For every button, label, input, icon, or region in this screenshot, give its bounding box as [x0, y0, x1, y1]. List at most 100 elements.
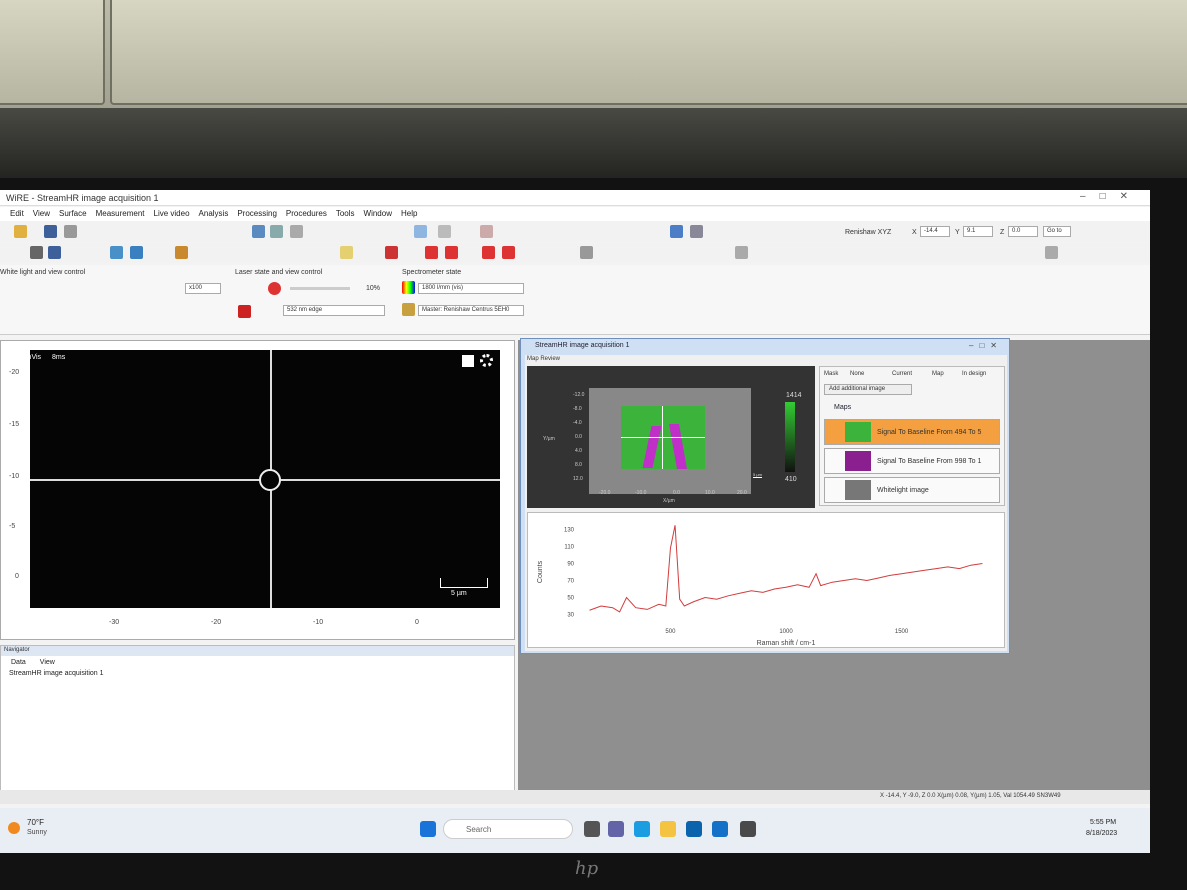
grating-select[interactable]: 1800 l/mm (vis) [418, 283, 524, 294]
laser-alt-icon[interactable] [690, 225, 703, 238]
teams-icon[interactable] [608, 821, 624, 837]
map-ylabel: Y/µm [543, 436, 555, 442]
wire-app-icon[interactable] [740, 821, 756, 837]
scale-bar-label: 5 µm [451, 590, 467, 597]
window-controls[interactable]: –□✕ [1080, 191, 1142, 202]
screen: WiRE - StreamHR image acquisition 1 –□✕ … [0, 190, 1150, 853]
focus-icon[interactable] [340, 246, 353, 259]
report-icon[interactable] [480, 225, 493, 238]
monitor-brand: hp [575, 858, 599, 879]
laser-title: Laser state and view control [235, 269, 323, 276]
laser-shutter-icon[interactable] [268, 282, 281, 295]
mask-none[interactable]: None [850, 371, 864, 377]
zoom-icon[interactable] [462, 355, 474, 367]
navigator-item[interactable]: StreamHR image acquisition 1 [1, 669, 514, 678]
tab-view[interactable]: View [40, 659, 55, 666]
laser-power-slider[interactable] [290, 287, 350, 290]
video-xtick: -20 [211, 619, 222, 626]
add-image-button[interactable]: Add additional image [824, 384, 912, 395]
download-icon[interactable] [175, 246, 188, 259]
bowtie-icon [238, 305, 251, 318]
map-item-selected[interactable]: Signal To Baseline From 494 To 5 [824, 419, 1000, 445]
globe-icon[interactable] [252, 225, 265, 238]
map-review-label: Map Review [527, 356, 561, 362]
map-xtick: -10.0 [635, 490, 647, 496]
map-ytick: -4.0 [573, 420, 582, 426]
map-item-label: Whitelight image [877, 486, 929, 494]
map-image-panel[interactable]: 1414 410 -12.0 -8.0 -4.0 0.0 4.0 8.0 12.… [527, 366, 815, 508]
spectrometer-icon [402, 303, 415, 316]
menu-processing[interactable]: Processing [237, 209, 277, 219]
menu-edit[interactable]: Edit [10, 209, 24, 219]
menu-view[interactable]: View [33, 209, 50, 219]
x-field[interactable]: -14.4 [920, 226, 950, 237]
export-icon[interactable] [1045, 246, 1058, 259]
mask-current[interactable]: Current [892, 371, 912, 377]
open-folder-icon[interactable] [14, 225, 27, 238]
live-video-view[interactable]: inVis 8ms 5 µm [26, 350, 500, 608]
menu-procedures[interactable]: Procedures [286, 209, 327, 219]
laser-icon[interactable] [670, 225, 683, 238]
menu-live-video[interactable]: Live video [154, 209, 190, 219]
save-all-icon[interactable] [48, 246, 61, 259]
pin-icon[interactable] [30, 246, 43, 259]
start-icon[interactable] [420, 821, 436, 837]
stage-icon[interactable] [438, 225, 451, 238]
weather-sun-icon[interactable] [8, 822, 20, 834]
menu-surface[interactable]: Surface [59, 209, 87, 219]
mail-icon[interactable] [712, 821, 728, 837]
arrow-left-right-icon[interactable] [385, 246, 398, 259]
map-item[interactable]: Whitelight image [824, 477, 1000, 503]
edge-icon[interactable] [634, 821, 650, 837]
tab-data[interactable]: Data [11, 659, 26, 666]
map-window-controls[interactable]: –□✕ [969, 341, 1003, 350]
spectrum-xtick: 1000 [779, 629, 793, 635]
y-field[interactable]: 9.1 [963, 226, 993, 237]
mask-map[interactable]: Map [932, 371, 944, 377]
goto-button[interactable]: Go to [1043, 226, 1071, 237]
map-scale-bar: 5 µm [753, 472, 762, 478]
crosshair-circle[interactable] [259, 469, 281, 491]
arrow-down-icon[interactable] [502, 246, 515, 259]
laser-power: 10% [366, 285, 381, 292]
chart-icon[interactable] [735, 246, 748, 259]
microscope-icon[interactable] [414, 225, 427, 238]
objective-select[interactable]: x100 [185, 283, 221, 294]
map-item[interactable]: Signal To Baseline From 998 To 1 [824, 448, 1000, 474]
map-ytick: 4.0 [575, 448, 582, 454]
settings-gear-icon[interactable] [480, 354, 493, 367]
menu-help[interactable]: Help [401, 209, 417, 219]
file-explorer-icon[interactable] [660, 821, 676, 837]
tool-icon[interactable] [270, 225, 283, 238]
move-icon[interactable] [425, 246, 438, 259]
spectrum-ytick: 90 [567, 562, 574, 568]
spectrum-icon [402, 281, 415, 294]
globe-view-icon[interactable] [130, 246, 143, 259]
save-icon[interactable] [44, 225, 57, 238]
z-field[interactable]: 0.0 [1008, 226, 1038, 237]
image-icon[interactable] [290, 225, 303, 238]
task-view-icon[interactable] [584, 821, 600, 837]
taskbar-search[interactable]: Search [443, 819, 573, 839]
laser-select[interactable]: 532 nm edge [283, 305, 385, 316]
spectrum-line [589, 525, 983, 613]
menu-analysis[interactable]: Analysis [199, 209, 229, 219]
spectrum-ytick: 50 [567, 596, 574, 602]
store-icon[interactable] [686, 821, 702, 837]
map-ytick: -12.0 [573, 392, 585, 398]
menu-measurement[interactable]: Measurement [96, 209, 145, 219]
master-select[interactable]: Master: Renishaw Centrus 5EH0 [418, 305, 524, 316]
arrow-up-icon[interactable] [445, 246, 458, 259]
navigator-title: Navigator [1, 646, 514, 656]
menu-tools[interactable]: Tools [336, 209, 355, 219]
close-icon[interactable] [64, 225, 77, 238]
spectrum-chart[interactable]: 30 50 70 90 110 130 500 1000 1500 Raman shift / c… [528, 513, 1004, 647]
mask-in-design[interactable]: In design [962, 371, 986, 377]
arrow-right-icon[interactable] [482, 246, 495, 259]
control-panels: White light and view control x100 Laser … [0, 265, 1150, 335]
scale-bar [440, 578, 488, 588]
objective-icon[interactable] [110, 246, 123, 259]
menu-window[interactable]: Window [364, 209, 392, 219]
cabinet-door-right [110, 0, 1187, 105]
grid-icon[interactable] [580, 246, 593, 259]
